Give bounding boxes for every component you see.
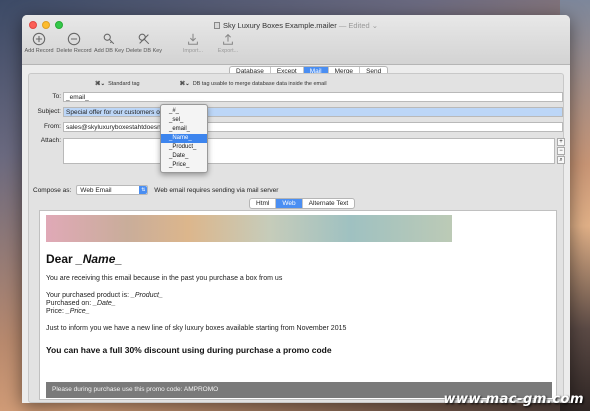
compose-hint: Web email requires sending via mail serv… <box>154 186 279 194</box>
add-record-label: Add Record <box>24 48 54 54</box>
banner-image <box>46 215 452 242</box>
export-button[interactable]: Export... <box>211 32 245 54</box>
to-field[interactable]: _email_ <box>63 92 563 102</box>
dropdown-item[interactable]: _sel_ <box>161 116 207 125</box>
db-tag-label: DB tag usable to merge database data ins… <box>192 81 327 87</box>
delete-record-label: Delete Record <box>56 48 92 54</box>
delete-db-key-label: Delete DB Key <box>125 48 163 54</box>
add-attachment-button[interactable]: + <box>557 138 565 146</box>
compose-select[interactable]: Web Email ⇅ <box>76 185 149 195</box>
from-label: From: <box>44 123 61 130</box>
chevron-updown-icon: ⇅ <box>139 186 148 194</box>
standard-tag-label: Standard tag <box>108 81 140 87</box>
compose-select-value: Web Email <box>80 187 112 194</box>
greeting-name-tag: _Name_ <box>76 252 123 266</box>
document-icon <box>213 22 220 29</box>
watermark: www.mac-gm.com <box>443 392 584 407</box>
search-attachment-button[interactable]: ⌕ <box>557 156 565 164</box>
product-label: Your purchased product is: <box>46 292 130 299</box>
dropdown-item[interactable]: _Price_ <box>161 161 207 170</box>
db-tag-menu-icon: ⌘⌄ <box>179 81 190 87</box>
dropdown-item[interactable]: _email_ <box>161 125 207 134</box>
delete-record-button[interactable]: Delete Record <box>56 32 92 54</box>
add-record-button[interactable]: Add Record <box>22 32 56 54</box>
intro-paragraph: You are receiving this email because in … <box>46 275 283 282</box>
tab-html[interactable]: Html <box>250 199 277 208</box>
subject-field[interactable]: Special offer for our customers on <box>63 107 563 117</box>
app-window: Sky Luxury Boxes Example.mailer — Edited… <box>22 15 570 403</box>
tab-web[interactable]: Web <box>276 199 303 208</box>
db-tag-legend[interactable]: ⌘⌄ DB tag usable to merge database data i… <box>180 81 327 87</box>
dropdown-item[interactable]: _#_ <box>161 107 207 116</box>
key-minus-icon <box>138 33 150 45</box>
attachments-list[interactable] <box>63 138 555 164</box>
import-label: Import... <box>182 48 204 54</box>
attach-buttons: + − ⌕ <box>557 138 565 165</box>
price-tag: _Price_ <box>65 308 90 315</box>
import-icon <box>188 33 198 45</box>
from-field[interactable]: sales@skyluxuryboxestahtdoesno <box>63 122 563 132</box>
announcement-paragraph: Just to inform you we have a new line of… <box>46 325 347 332</box>
delete-db-key-button[interactable]: Delete DB Key <box>125 32 163 54</box>
add-db-key-button[interactable]: Add DB Key <box>92 32 126 54</box>
greeting-text: Dear <box>46 252 73 266</box>
email-preview[interactable]: Dear _Name_ You are receiving this email… <box>39 210 557 400</box>
export-icon <box>223 33 233 45</box>
price-label: Price: <box>46 308 64 315</box>
minus-circle-icon <box>67 32 81 46</box>
window-title-text: Sky Luxury Boxes Example.mailer <box>222 21 337 30</box>
attach-label: Attach: <box>40 137 61 144</box>
window-title: Sky Luxury Boxes Example.mailer — Edited… <box>22 21 570 30</box>
compose-label: Compose as: <box>33 186 72 194</box>
compose-row: Compose as: Web Email ⇅ Web email requir… <box>29 185 278 195</box>
standard-tag-legend[interactable]: ⌘⌄ Standard tag <box>95 81 140 87</box>
standard-tag-menu-icon: ⌘⌄ <box>95 81 106 87</box>
subject-label: Subject: <box>37 108 62 115</box>
product-tag: _Product_ <box>130 292 163 299</box>
add-db-key-label: Add DB Key <box>94 48 124 54</box>
date-label: Purchased on: <box>46 300 92 307</box>
import-button[interactable]: Import... <box>176 32 210 54</box>
titlebar: Sky Luxury Boxes Example.mailer — Edited… <box>22 15 570 65</box>
key-plus-icon <box>103 33 115 45</box>
db-tag-dropdown: _#_ _sel_ _email_ _Name_ _Product_ _Date… <box>160 104 208 173</box>
tab-alternate-text[interactable]: Alternate Text <box>303 199 355 208</box>
edited-indicator[interactable]: — Edited ⌄ <box>339 21 378 30</box>
date-tag: _Date_ <box>93 300 116 307</box>
view-tabs: Html Web Alternate Text <box>249 198 356 209</box>
greeting: Dear _Name_ <box>46 252 556 266</box>
purchase-details: Your purchased product is: _Product_ Pur… <box>46 292 556 316</box>
toolbar: Add Record Delete Record Add DB Key Dele… <box>22 32 246 54</box>
discount-heading: You can have a full 30% discount using d… <box>46 345 332 355</box>
dropdown-item-selected[interactable]: _Name_ <box>161 134 207 143</box>
plus-circle-icon <box>32 32 46 46</box>
dropdown-item[interactable]: _Date_ <box>161 152 207 161</box>
remove-attachment-button[interactable]: − <box>557 147 565 155</box>
to-label: To: <box>52 93 61 100</box>
dropdown-item[interactable]: _Product_ <box>161 143 207 152</box>
tag-legend: ⌘⌄ Standard tag ⌘⌄ DB tag usable to merge … <box>95 81 327 87</box>
mail-panel: ⌘⌄ Standard tag ⌘⌄ DB tag usable to merge … <box>28 73 565 403</box>
export-label: Export... <box>217 48 239 54</box>
